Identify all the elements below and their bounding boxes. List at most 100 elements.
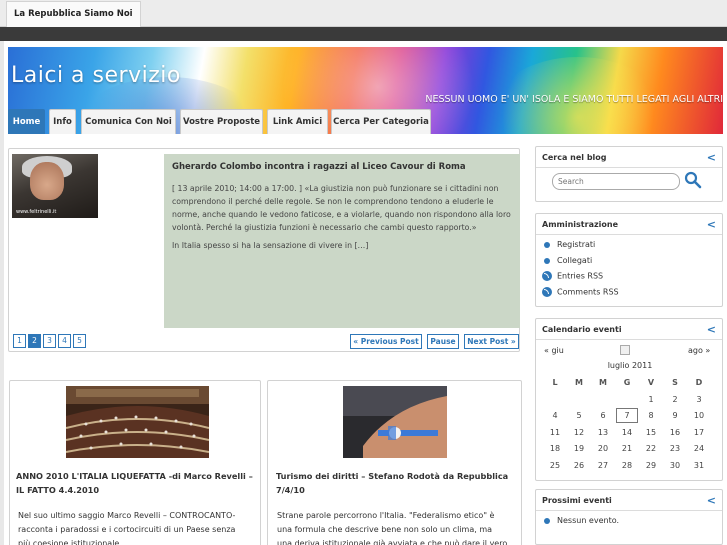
admin-link-label: Registrati	[557, 240, 596, 249]
calendar-day[interactable]: 22	[640, 441, 662, 456]
post-image-parliament[interactable]	[66, 386, 209, 458]
calendar-day[interactable]: 14	[616, 425, 638, 440]
calendar-day[interactable]: 10	[688, 408, 710, 423]
featured-more-text: In Italia spesso si ha la sensazione di …	[172, 241, 369, 250]
calendar-day[interactable]: 4	[544, 408, 566, 423]
admin-link-comments-rss[interactable]: Comments RSS	[542, 287, 619, 297]
parliament-photo	[66, 386, 209, 458]
post-card: Turismo dei diritti – Stefano Rodotà da …	[267, 380, 522, 545]
calendar-day[interactable]: 5	[568, 408, 590, 423]
calendar-day[interactable]: 3	[688, 392, 710, 407]
excerpt-line: [ 13 aprile 2010; 14:00 a 17:00. ] «La g…	[172, 184, 499, 193]
post-excerpt: Strane parole percorrono l'Italia. "Fede…	[277, 509, 517, 545]
post-title[interactable]: Turismo dei diritti – Stefano Rodotà da …	[276, 469, 516, 497]
calendar-day[interactable]: 9	[664, 408, 686, 423]
nav-tab-categoria[interactable]: Cerca Per Categoria	[331, 109, 431, 134]
site-title[interactable]: Laici a servizio	[11, 63, 181, 88]
calendar-day[interactable]: 25	[544, 458, 566, 473]
excerpt-line: comprendono il perché delle regole. Se n…	[172, 197, 494, 206]
calendar-day[interactable]: 17	[688, 425, 710, 440]
collapse-chevron-icon[interactable]: <	[707, 214, 716, 235]
admin-link-label: Collegati	[557, 256, 593, 265]
widget-title-text: Prossimi eventi	[542, 496, 612, 505]
page-button-2[interactable]: 2	[28, 334, 41, 348]
admin-link-label: Entries RSS	[557, 271, 604, 281]
calendar-day[interactable]: 24	[688, 441, 710, 456]
page-button-4[interactable]: 4	[58, 334, 71, 348]
calendar-day[interactable]: 18	[544, 441, 566, 456]
calendar-weekday: M	[575, 378, 583, 387]
calendar-day[interactable]: 11	[544, 425, 566, 440]
bullet-icon	[544, 517, 550, 524]
widget-upcoming-events: Prossimi eventi < Nessun evento.	[535, 489, 723, 545]
calendar-day[interactable]: 28	[616, 458, 638, 473]
featured-title[interactable]: Gherardo Colombo incontra i ragazzi al L…	[172, 162, 512, 172]
magnifier-icon	[684, 171, 702, 189]
admin-link-registrati[interactable]: Registrati	[544, 240, 595, 249]
post-excerpt: Nel suo ultimo saggio Marco Revelli – CO…	[18, 509, 258, 545]
post-text-line: una formula che descrive bene non solo u…	[277, 525, 493, 534]
calendar-day[interactable]: 13	[592, 425, 614, 440]
previous-post-button[interactable]: « Previous Post	[350, 334, 422, 349]
page-button-5[interactable]: 5	[73, 334, 86, 348]
calendar-day[interactable]: 29	[640, 458, 662, 473]
search-input[interactable]	[552, 173, 680, 190]
calendar-day[interactable]: 23	[664, 441, 686, 456]
post-text-line: racconta i paradossi e i cortocircuiti d…	[18, 525, 236, 534]
post-title-line: ANNO 2010 L'ITALIA LIQUEFATTA -di Marco …	[16, 471, 253, 481]
pause-button[interactable]: Pause	[427, 334, 459, 349]
nav-tab-proposte[interactable]: Vostre Proposte	[180, 109, 263, 134]
calendar-day[interactable]: 31	[688, 458, 710, 473]
page-button-3[interactable]: 3	[43, 334, 56, 348]
nav-tab-info[interactable]: Info	[49, 109, 76, 134]
nav-tab-comunica[interactable]: Comunica Con Noi	[81, 109, 176, 134]
calendar-weekday: M	[599, 378, 607, 387]
calendar-day[interactable]: 21	[616, 441, 638, 456]
calendar-next-month[interactable]: ago »	[688, 346, 710, 355]
calendar-weekday: L	[552, 378, 558, 387]
calendar-month-label: luglio 2011	[607, 361, 653, 370]
widget-title: Cerca nel blog <	[536, 147, 722, 168]
calendar-day-today[interactable]: 7	[616, 408, 638, 423]
calendar-day[interactable]: 15	[640, 425, 662, 440]
calendar-weekday: S	[672, 378, 678, 387]
page-wrapper: Laici a servizio NESSUN UOMO E' UN' ISOL…	[4, 41, 727, 545]
calendar-day[interactable]: 12	[568, 425, 590, 440]
calendar-prev-month[interactable]: « giu	[544, 346, 564, 355]
next-post-button[interactable]: Next Post »	[464, 334, 519, 349]
event-item: Nessun evento.	[544, 516, 619, 525]
page-button-1[interactable]: 1	[13, 334, 26, 348]
calendar-day[interactable]: 2	[664, 392, 686, 407]
calendar-day[interactable]: 6	[592, 408, 614, 423]
calendar-day[interactable]: 1	[640, 392, 662, 407]
nav-tab-link-amici[interactable]: Link Amici	[267, 109, 328, 134]
featured-thumbnail[interactable]: www.feltrinelli.it	[12, 154, 98, 218]
calendar-day[interactable]: 16	[664, 425, 686, 440]
calendar-day[interactable]: 8	[640, 408, 662, 423]
post-title[interactable]: ANNO 2010 L'ITALIA LIQUEFATTA -di Marco …	[16, 469, 256, 497]
nav-tab-home[interactable]: Home	[8, 109, 45, 134]
calendar-day[interactable]: 19	[568, 441, 590, 456]
admin-link-collegati[interactable]: Collegati	[544, 256, 592, 265]
admin-link-label: Comments RSS	[557, 287, 619, 297]
calendar-icon[interactable]	[620, 345, 630, 355]
calendar-day[interactable]: 26	[568, 458, 590, 473]
calendar-day[interactable]: 30	[664, 458, 686, 473]
bullet-icon	[544, 241, 550, 248]
admin-link-entries-rss[interactable]: Entries RSS	[542, 271, 603, 281]
post-image-voting[interactable]	[343, 386, 447, 458]
site-tab[interactable]: La Repubblica Siamo Noi	[6, 1, 141, 27]
excerpt-line: volontà. Perché la giustizia funzioni è …	[172, 223, 477, 232]
widget-title: Calendario eventi <	[536, 319, 722, 340]
collapse-chevron-icon[interactable]: <	[707, 490, 716, 511]
widget-title: Prossimi eventi <	[536, 490, 722, 511]
post-title-line: 7/4/10	[276, 485, 305, 495]
collapse-chevron-icon[interactable]: <	[707, 147, 716, 168]
event-item-label: Nessun evento.	[557, 516, 620, 525]
calendar-weekday: V	[647, 378, 655, 387]
featured-excerpt: [ 13 aprile 2010; 14:00 a 17:00. ] «La g…	[172, 182, 512, 234]
calendar-day[interactable]: 20	[592, 441, 614, 456]
collapse-chevron-icon[interactable]: <	[707, 319, 716, 340]
search-icon[interactable]	[684, 171, 702, 189]
calendar-day[interactable]: 27	[592, 458, 614, 473]
